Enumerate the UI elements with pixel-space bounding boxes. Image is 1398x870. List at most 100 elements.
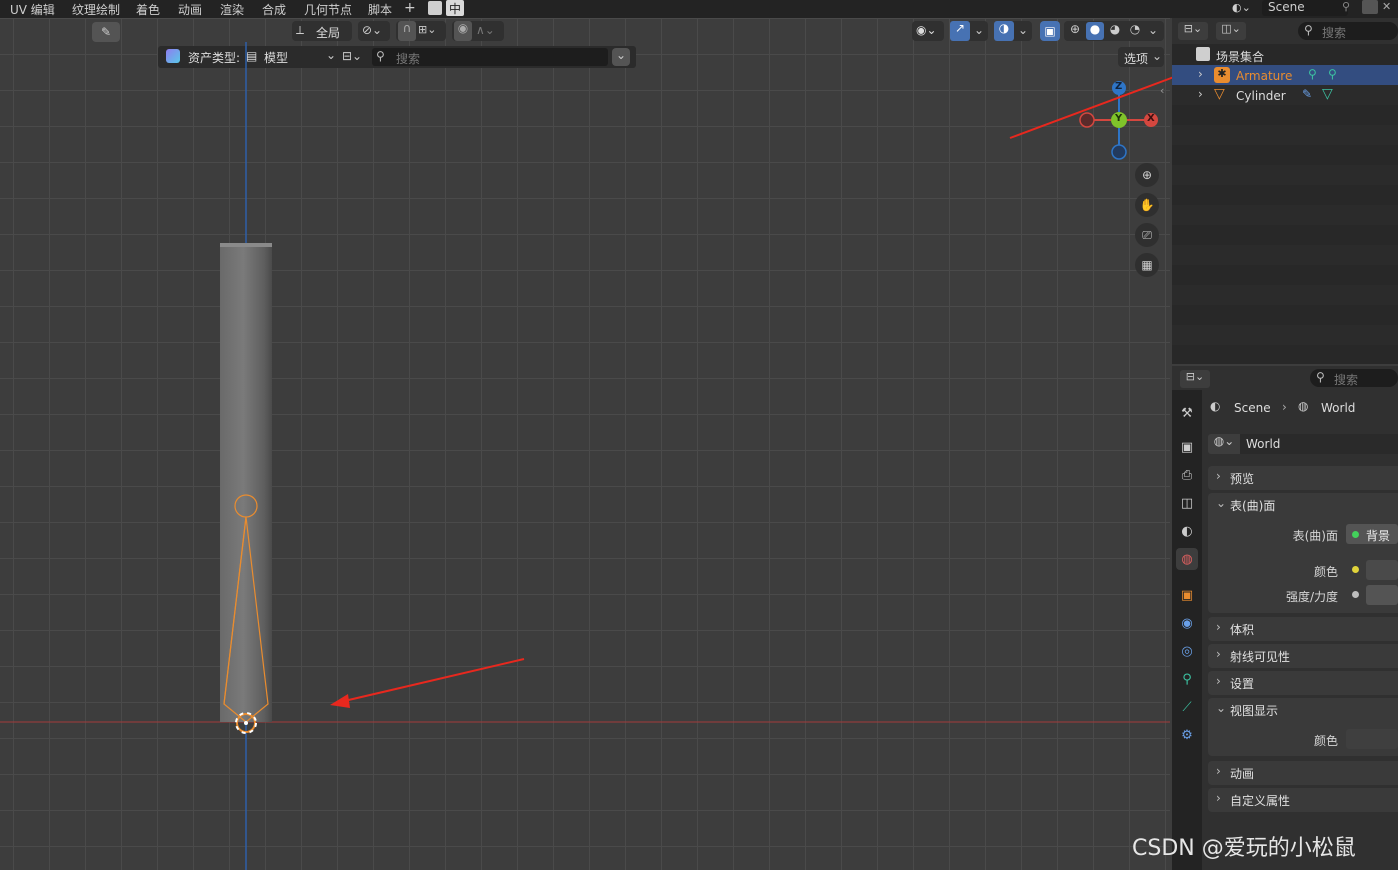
world-name-field[interactable]: World [1240, 434, 1398, 454]
add-workspace-button[interactable]: + [404, 0, 416, 16]
panel-custom-properties[interactable]: › 自定义属性 [1208, 788, 1398, 812]
zoom-icon: ⊕ [1141, 168, 1153, 182]
expand-chevron-icon[interactable]: › [1198, 67, 1203, 81]
bone-icon: ⟋ [1182, 699, 1192, 715]
surface-field-label: 表(曲)面 [1292, 529, 1338, 543]
scene-icon: ◐ [1210, 399, 1221, 413]
menu-scripting[interactable]: 脚本 [368, 1, 392, 18]
breadcrumb-world[interactable]: World [1321, 401, 1355, 415]
properties-search-placeholder: 搜索 [1334, 373, 1359, 387]
menu-rendering[interactable]: 渲染 [220, 1, 244, 18]
properties-tab-bar: ⚒ ▣ ⎙ ◫ ◐ ◍ ▣ ◉ ◎ ⚲ ⟋ ⚙ [1172, 390, 1202, 870]
chevron-down-icon[interactable]: ⌄ [1216, 701, 1226, 715]
expand-chevron-icon[interactable]: › [1198, 87, 1203, 101]
chevron-right-icon: › [1216, 620, 1221, 634]
render-icon: ▣ [1180, 439, 1194, 455]
editor-type-icon[interactable]: ⊟⌄ [1178, 22, 1208, 40]
tab-object-data[interactable]: ⚲ [1176, 668, 1198, 690]
outliner-panel: ⊟⌄ ◫⌄ ⚲ 搜索 场景集合 › ✱ Armature ⚲ ⚲ › ▽ Cyl… [1172, 18, 1398, 364]
search-icon: ⚲ [1316, 370, 1325, 384]
chevron-right-icon: › [1216, 647, 1221, 661]
menu-texture-paint[interactable]: 纹理绘制 [72, 1, 120, 18]
outliner-empty-row [1172, 345, 1398, 365]
tab-object[interactable]: ▣ [1176, 584, 1198, 606]
perspective-toggle-button[interactable]: ▦ [1135, 253, 1159, 277]
viewport-color-field[interactable] [1346, 729, 1398, 749]
cylinder-label: Cylinder [1236, 89, 1286, 103]
pose-icon: ⚲ [1328, 67, 1337, 81]
tab-bone[interactable]: ⟋ [1176, 696, 1198, 718]
chevron-down-icon[interactable]: ⌄ [1216, 496, 1226, 510]
menu-shading[interactable]: 着色 [136, 1, 160, 18]
surface-shader-field[interactable]: 背景 [1346, 524, 1398, 544]
armature-icon: ✱ [1214, 67, 1230, 83]
menu-uv-editing[interactable]: UV 编辑 [10, 1, 55, 18]
scene-name-field[interactable]: Scene [1262, 0, 1348, 16]
tool-icon: ⚒ [1181, 405, 1193, 421]
zoom-button[interactable]: ⊕ [1135, 163, 1159, 187]
world-icon: ◍ [1181, 551, 1193, 567]
breadcrumb: ◐ Scene › ◍ World [1208, 398, 1398, 418]
pin-icon[interactable]: ⚲ [1342, 0, 1356, 14]
3d-viewport[interactable]: ✎ ⟂ 全局 ⊘⌄ ∩ ⊞⌄ ◉ ∧⌄ ◉⌄ ↗ ⌄ ◑ ⌄ ▣ ⊕ ● ◕ ◔… [0, 18, 1170, 870]
properties-search-field[interactable]: ⚲ 搜索 [1310, 369, 1398, 387]
cylinder-object[interactable] [220, 243, 272, 722]
pan-button[interactable]: ✋ [1135, 193, 1159, 217]
shader-socket-icon [1352, 531, 1359, 538]
tab-bone-constraints[interactable]: ⚙ [1176, 724, 1198, 746]
menu-compositing[interactable]: 合成 [262, 1, 286, 18]
panel-surface-label[interactable]: 表(曲)面 [1230, 497, 1275, 514]
outliner-empty-row [1172, 125, 1398, 145]
outliner-search-field[interactable]: ⚲ 搜索 [1298, 22, 1398, 40]
tab-scene[interactable]: ◐ [1176, 520, 1198, 542]
panel-ray-visibility-label: 射线可见性 [1230, 650, 1291, 664]
tab-physics[interactable]: ◉ [1176, 612, 1198, 634]
cylinder-cap [220, 243, 272, 247]
menu-animation[interactable]: 动画 [178, 1, 202, 18]
view-layer-icon: ◫ [1180, 495, 1194, 511]
strength-socket-icon [1352, 591, 1359, 598]
panel-volume[interactable]: › 体积 [1208, 617, 1398, 641]
new-scene-icon[interactable] [1362, 0, 1378, 14]
panel-settings[interactable]: › 设置 [1208, 671, 1398, 695]
color-value-field[interactable] [1366, 560, 1398, 580]
display-mode-icon[interactable]: ◫⌄ [1216, 22, 1246, 40]
menu-geometry-nodes[interactable]: 几何节点 [304, 1, 352, 18]
panel-animation[interactable]: › 动画 [1208, 761, 1398, 785]
outliner-item-cylinder[interactable]: › ▽ Cylinder ✎ ▽ [1172, 85, 1398, 105]
panel-preview[interactable]: › 预览 [1208, 466, 1398, 490]
tab-tool[interactable]: ⚒ [1176, 402, 1198, 424]
top-menu-bar: UV 编辑 纹理绘制 着色 动画 渲染 合成 几何节点 脚本 + 中 ◐⌄ Sc… [0, 0, 1398, 18]
color-field-label: 颜色 [1313, 565, 1338, 579]
outliner-empty-row [1172, 165, 1398, 185]
tab-world[interactable]: ◍ [1176, 548, 1198, 570]
armature-data-icon: ⚲ [1182, 671, 1192, 687]
color-socket-icon [1352, 566, 1359, 573]
panel-ray-visibility[interactable]: › 射线可见性 [1208, 644, 1398, 668]
world-datablock-selector[interactable]: ◍⌄ World [1208, 434, 1398, 456]
panel-viewport-display-label[interactable]: 视图显示 [1230, 702, 1278, 719]
mesh-icon: ▽ [1214, 86, 1225, 102]
tab-output[interactable]: ⎙ [1176, 464, 1198, 486]
outliner-empty-row [1172, 285, 1398, 305]
tab-render[interactable]: ▣ [1176, 436, 1198, 458]
panel-surface: ⌄ 表(曲)面 表(曲)面 背景 颜色 强度/力度 [1208, 493, 1398, 613]
camera-view-button[interactable]: ⎚ [1135, 223, 1159, 247]
delete-scene-icon[interactable]: ✕ [1382, 0, 1396, 14]
outliner-empty-row [1172, 245, 1398, 265]
world-browse-icon[interactable]: ◍⌄ [1208, 434, 1240, 454]
editor-type-icon[interactable]: ⊟⌄ [1180, 370, 1210, 388]
breadcrumb-scene[interactable]: Scene [1234, 401, 1271, 415]
chevron-right-icon: › [1216, 764, 1221, 778]
scene-collection-row[interactable]: 场景集合 [1172, 45, 1398, 65]
ime-icon [428, 1, 442, 15]
tab-view-layer[interactable]: ◫ [1176, 492, 1198, 514]
ime-chinese-indicator: 中 [446, 0, 464, 16]
scene-icon: ◐ [1181, 523, 1193, 539]
strength-value-field[interactable] [1366, 585, 1398, 605]
outliner-item-armature[interactable]: › ✱ Armature ⚲ ⚲ [1172, 65, 1398, 85]
armature-data-icon: ⚲ [1308, 67, 1317, 81]
tab-constraints[interactable]: ◎ [1176, 640, 1198, 662]
scene-selector-icon[interactable]: ◐⌄ [1232, 1, 1258, 15]
outliner-empty-row [1172, 265, 1398, 285]
